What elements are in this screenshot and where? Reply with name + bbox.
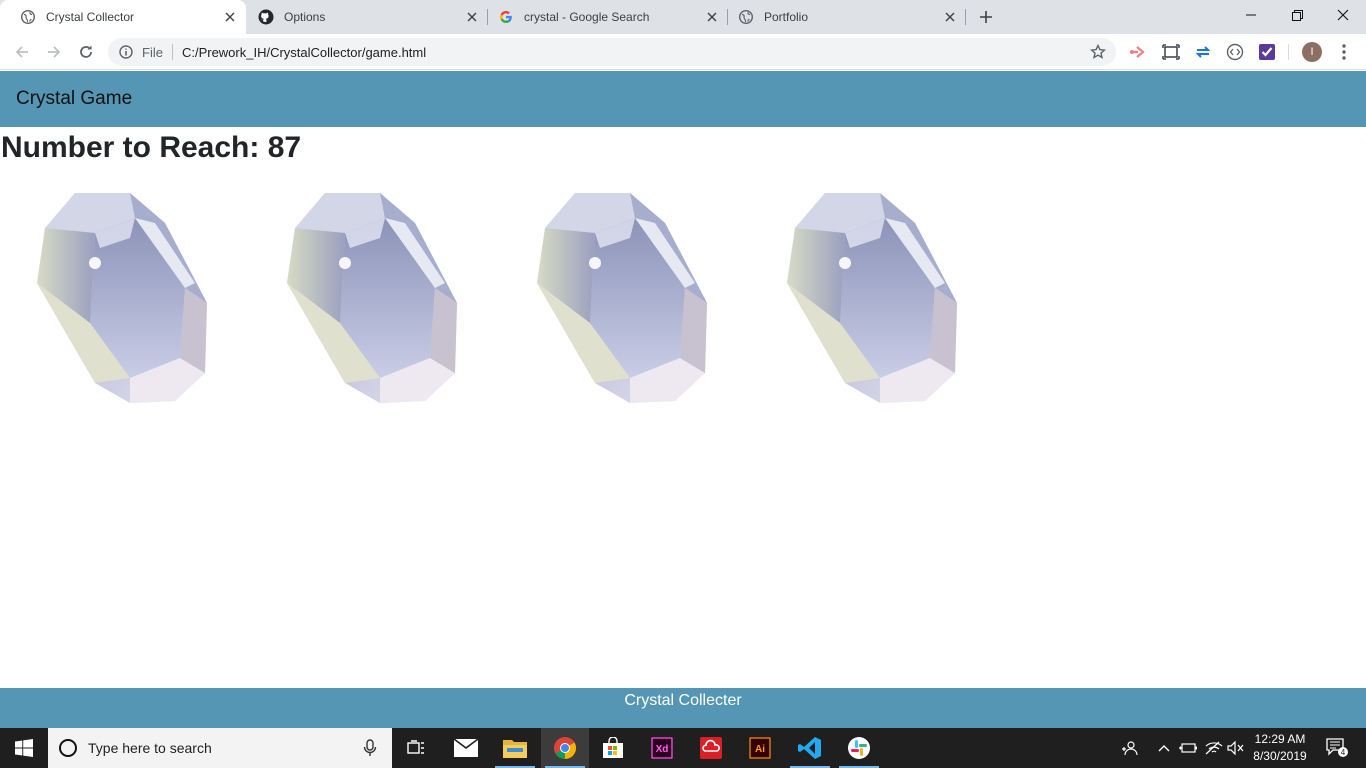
- checkbox-extension-icon[interactable]: [1257, 42, 1277, 62]
- notification-icon: 4: [1326, 738, 1348, 757]
- tab-title: crystal - Google Search: [524, 10, 650, 24]
- minimize-icon: [1246, 14, 1256, 16]
- globe-icon: [20, 9, 36, 25]
- crystal-gem-image: [787, 193, 957, 403]
- taskbar-clock[interactable]: 12:29 AM 8/30/2019: [1248, 731, 1312, 765]
- windows-logo-icon: [15, 739, 33, 757]
- windows-taskbar: Type here to search Xd Ai 12:29 AM 8/30/…: [0, 728, 1366, 768]
- close-tab-icon[interactable]: [222, 9, 238, 25]
- game-navbar: Crystal Game: [0, 71, 1366, 127]
- microphone-icon: [363, 739, 377, 756]
- address-bar[interactable]: File C:/Prework_IH/CrystalCollector/game…: [108, 38, 1116, 66]
- tab-separator: [965, 9, 966, 25]
- page-footer: Crystal Collecter: [0, 688, 1366, 728]
- restore-icon: [1291, 9, 1303, 21]
- taskbar-search[interactable]: Type here to search: [48, 728, 392, 768]
- tab-google-search[interactable]: crystal - Google Search: [478, 0, 728, 34]
- volume-muted-icon[interactable]: [1226, 728, 1246, 768]
- new-tab-button[interactable]: [976, 7, 996, 27]
- notification-count: 4: [1341, 748, 1346, 757]
- search-placeholder: Type here to search: [88, 740, 212, 756]
- crystal-gem-image: [287, 193, 457, 403]
- task-view-icon[interactable]: [392, 728, 440, 768]
- browser-tab-strip: Crystal Collector Options crystal - Goog…: [0, 0, 1366, 34]
- toolbar-divider: [1288, 44, 1289, 60]
- crystal-button-1[interactable]: [35, 193, 211, 403]
- info-icon[interactable]: [118, 44, 134, 60]
- chrome-icon[interactable]: [541, 728, 589, 768]
- vscode-icon[interactable]: [786, 728, 834, 768]
- clock-time: 12:29 AM: [1254, 732, 1306, 746]
- chevron-up-icon[interactable]: [1154, 728, 1174, 768]
- minimize-button[interactable]: [1228, 0, 1274, 30]
- tab-title: Options: [284, 10, 326, 24]
- footer-text: Crystal Collecter: [624, 692, 742, 709]
- code-extension-icon[interactable]: [1225, 42, 1245, 62]
- file-explorer-icon[interactable]: [491, 728, 539, 768]
- reload-icon: [80, 45, 92, 58]
- divider: [171, 44, 173, 60]
- people-icon[interactable]: [1118, 728, 1140, 768]
- start-button[interactable]: [0, 728, 48, 768]
- restore-button[interactable]: [1274, 0, 1320, 30]
- battery-icon[interactable]: [1178, 728, 1198, 768]
- google-icon: [498, 9, 514, 25]
- number-to-reach-heading: Number to Reach: 87: [1, 131, 302, 164]
- tab-title: Crystal Collector: [46, 10, 135, 24]
- tab-title: Portfolio: [764, 10, 809, 24]
- profile-avatar[interactable]: I: [1302, 42, 1322, 62]
- scheme-label: File: [142, 44, 163, 60]
- tab-crystal-collector[interactable]: Crystal Collector: [0, 0, 246, 34]
- arrow-right-icon: [48, 46, 61, 58]
- plus-icon: [980, 11, 992, 23]
- close-window-button[interactable]: [1320, 0, 1366, 30]
- store-icon[interactable]: [589, 728, 637, 768]
- bookmark-star-icon[interactable]: [1090, 44, 1106, 60]
- close-icon: [1337, 9, 1349, 21]
- svg-text:Xd: Xd: [656, 744, 669, 755]
- globe-icon: [738, 9, 754, 25]
- creative-cloud-icon[interactable]: [687, 728, 735, 768]
- slack-icon[interactable]: [835, 728, 883, 768]
- swap-arrows-icon[interactable]: [1193, 42, 1213, 62]
- clock-date: 8/30/2019: [1253, 749, 1307, 763]
- crystal-button-2[interactable]: [285, 193, 461, 403]
- more-menu-icon[interactable]: [1336, 42, 1352, 62]
- arrow-left-icon: [15, 46, 28, 58]
- url-text[interactable]: C:/Prework_IH/CrystalCollector/game.html: [182, 45, 1090, 60]
- mail-icon[interactable]: [442, 728, 490, 768]
- adobe-xd-icon[interactable]: Xd: [638, 728, 686, 768]
- crystal-button-3[interactable]: [535, 193, 711, 403]
- action-center-button[interactable]: 4: [1320, 728, 1354, 768]
- extension-arrow-icon[interactable]: [1128, 42, 1148, 62]
- illustrator-icon[interactable]: Ai: [736, 728, 784, 768]
- page-content: Crystal Game Number to Reach: 87 Crystal…: [0, 71, 1366, 728]
- screenshot-extension-icon[interactable]: [1161, 42, 1181, 62]
- wifi-icon[interactable]: [1204, 728, 1224, 768]
- tab-portfolio[interactable]: Portfolio: [718, 0, 966, 34]
- reload-button[interactable]: [74, 40, 98, 64]
- tab-options[interactable]: Options: [238, 0, 488, 34]
- crystal-button-4[interactable]: [785, 193, 961, 403]
- crystal-gem-image: [537, 193, 707, 403]
- svg-text:Ai: Ai: [755, 744, 765, 755]
- cortana-icon: [59, 739, 77, 757]
- navbar-brand[interactable]: Crystal Game: [16, 88, 132, 110]
- browser-toolbar: File C:/Prework_IH/CrystalCollector/game…: [0, 34, 1366, 70]
- crystal-gem-image: [37, 193, 207, 403]
- close-tab-icon[interactable]: [942, 9, 958, 25]
- forward-button[interactable]: [42, 40, 66, 64]
- back-button[interactable]: [10, 40, 34, 64]
- github-icon: [258, 9, 274, 25]
